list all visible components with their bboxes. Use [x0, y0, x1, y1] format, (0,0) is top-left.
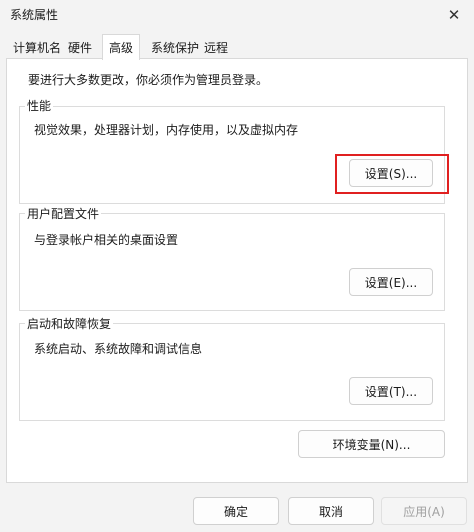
highlight-box	[335, 154, 449, 194]
user-profiles-group-title: 用户配置文件	[25, 205, 102, 222]
startup-recovery-group	[19, 323, 445, 421]
tab-system-protection[interactable]: 系统保护	[147, 36, 203, 58]
apply-button[interactable]: 应用(A)	[381, 497, 467, 525]
user-profiles-settings-button[interactable]: 设置(E)...	[349, 268, 433, 296]
user-profiles-group	[19, 213, 445, 311]
startup-recovery-group-title: 启动和故障恢复	[25, 315, 114, 332]
tab-remote[interactable]: 远程	[200, 36, 232, 58]
startup-recovery-description: 系统启动、系统故障和调试信息	[34, 342, 203, 356]
tab-computer-name[interactable]: 计算机名	[9, 36, 65, 58]
ok-button[interactable]: 确定	[193, 497, 279, 525]
tab-hardware[interactable]: 硬件	[64, 36, 96, 58]
performance-group-title: 性能	[25, 97, 54, 114]
environment-variables-button[interactable]: 环境变量(N)...	[298, 430, 445, 458]
startup-recovery-settings-button[interactable]: 设置(T)...	[349, 377, 433, 405]
admin-note: 要进行大多数更改，你必须作为管理员登录。	[28, 73, 269, 87]
user-profiles-description: 与登录帐户相关的桌面设置	[34, 233, 179, 247]
cancel-button[interactable]: 取消	[288, 497, 374, 525]
performance-description: 视觉效果，处理器计划，内存使用，以及虚拟内存	[34, 123, 299, 137]
window-title: 系统属性	[10, 8, 59, 22]
tab-advanced[interactable]: 高级	[102, 34, 141, 60]
close-icon[interactable]: ✕	[434, 0, 474, 30]
title-bar	[0, 0, 474, 30]
